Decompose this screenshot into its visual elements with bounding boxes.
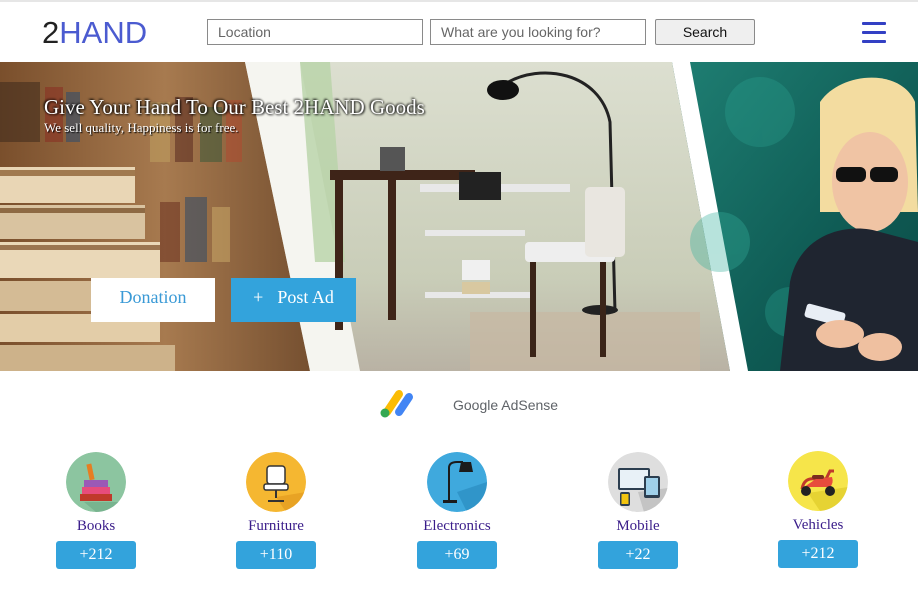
search-button[interactable]: Search xyxy=(655,19,755,45)
hero-title: Give Your Hand To Our Best 2HAND Goods xyxy=(44,95,425,119)
location-input[interactable] xyxy=(207,19,423,45)
category-count-badge[interactable]: +212 xyxy=(778,540,858,568)
category-count-badge[interactable]: +110 xyxy=(236,541,316,569)
devices-icon xyxy=(608,452,668,512)
category-count-badge[interactable]: +69 xyxy=(417,541,497,569)
category-furniture[interactable]: Furniture +110 xyxy=(206,452,346,572)
category-label: Electronics xyxy=(423,518,491,534)
hero-subtitle: We sell quality, Happiness is for free. xyxy=(44,120,239,135)
menu-bar xyxy=(862,40,886,43)
category-label: Furniture xyxy=(248,518,304,534)
site-logo[interactable]: 2HAND xyxy=(42,16,147,50)
site-header: 2HAND Search xyxy=(0,2,918,62)
post-ad-label: Post Ad xyxy=(277,286,334,307)
hero-banner: Give Your Hand To Our Best 2HAND Goods W… xyxy=(0,62,918,371)
logo-number: 2 xyxy=(42,15,60,50)
menu-bar xyxy=(862,31,886,34)
category-vehicles[interactable]: Vehicles +212 xyxy=(748,451,888,571)
post-ad-button[interactable]: + Post Ad xyxy=(231,278,356,322)
category-count-badge[interactable]: +22 xyxy=(598,541,678,569)
adsense-logo-icon xyxy=(380,390,413,418)
scooter-icon xyxy=(788,451,848,511)
category-electronics[interactable]: Electronics +69 xyxy=(387,452,527,572)
logo-word: HAND xyxy=(59,15,148,50)
menu-bar xyxy=(862,22,886,25)
donation-button[interactable]: Donation xyxy=(91,278,215,322)
books-icon xyxy=(66,452,126,512)
plus-icon: + xyxy=(253,286,264,307)
hamburger-menu-icon[interactable] xyxy=(862,22,886,44)
category-label: Vehicles xyxy=(792,517,844,533)
category-count-badge[interactable]: +212 xyxy=(56,541,136,569)
search-input[interactable] xyxy=(430,19,646,45)
adsense-label: Google AdSense xyxy=(453,397,559,413)
chair-icon xyxy=(246,452,306,512)
lamp-icon xyxy=(427,452,487,512)
category-label: Books xyxy=(76,518,116,534)
category-mobile[interactable]: Mobile +22 xyxy=(568,452,708,572)
category-books[interactable]: Books +212 xyxy=(26,452,166,572)
category-label: Mobile xyxy=(616,518,660,534)
